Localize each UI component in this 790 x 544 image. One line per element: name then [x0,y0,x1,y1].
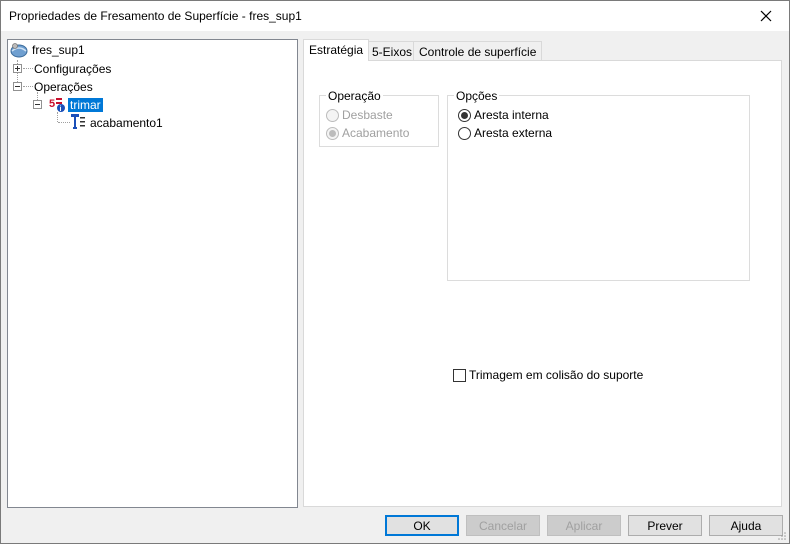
cancel-button[interactable]: Cancelar [466,515,540,536]
tree-item-configuracoes[interactable]: Configurações [32,60,152,78]
dialog-window: Propriedades de Fresamento de Superfície… [0,0,790,544]
radio-button[interactable] [326,108,339,122]
tree-item-label: Operações [34,80,93,94]
checkbox-label: Trimagem em colisão do suporte [469,368,644,382]
tree-item-trimar[interactable]: trimar [68,96,128,114]
expand-toggle-configuracoes[interactable] [13,64,22,73]
tree-item-acabamento1[interactable]: acabamento1 [88,114,188,132]
radio-aresta-externa[interactable]: Aresta externa [458,126,552,140]
radio-label: Desbaste [342,108,393,122]
surface-mill-icon [10,43,28,58]
radio-acabamento[interactable]: Acabamento [326,126,409,140]
collapse-toggle-trimar[interactable] [33,100,42,109]
collapse-toggle-operacoes[interactable] [13,82,22,91]
options-group-title: Opções [454,89,500,103]
operation-group-title: Operação [326,89,383,103]
ok-button[interactable]: OK [385,515,459,536]
radio-label: Acabamento [342,126,410,140]
close-button[interactable] [743,1,789,31]
operations-tree[interactable]: fres_sup1 Configurações Operações 5 i tr… [7,39,298,508]
tree-item-root[interactable]: fres_sup1 [10,41,210,59]
tree-guide-line [58,122,70,123]
radio-button[interactable] [458,108,471,122]
trim-collision-checkbox[interactable] [453,368,466,382]
trim-operation-icon: 5 i [49,98,65,113]
tree-guide-line [57,112,58,122]
options-group: Opções Aresta interna Aresta externa [447,89,750,281]
finishing-tool-icon [71,114,85,129]
apply-button[interactable]: Aplicar [547,515,621,536]
tree-item-operacoes[interactable]: Operações [32,78,152,96]
window-title: Propriedades de Fresamento de Superfície… [9,9,302,23]
resize-grip-icon[interactable] [777,531,787,541]
tree-item-label: trimar [68,98,103,112]
radio-desbaste[interactable]: Desbaste [326,108,393,122]
tab-panel-estrategia: Operação Desbaste Acabamento Opções Ares… [303,60,782,507]
radio-label: Aresta externa [474,126,553,140]
trim-collision-checkbox-row[interactable]: Trimagem em colisão do suporte [453,368,643,382]
title-bar: Propriedades de Fresamento de Superfície… [1,1,789,31]
svg-text:i: i [60,106,62,113]
tree-item-label: fres_sup1 [32,43,85,57]
radio-button[interactable] [458,126,471,140]
tab-controle-de-superficie[interactable]: Controle de superfície [413,41,543,61]
radio-button[interactable] [326,126,339,140]
radio-label: Aresta interna [474,108,549,122]
radio-aresta-interna[interactable]: Aresta interna [458,108,549,122]
svg-text:5: 5 [49,98,55,110]
tree-item-label: acabamento1 [90,116,163,130]
close-icon [760,10,772,22]
tree-item-label: Configurações [34,62,112,76]
tab-5-eixos[interactable]: 5-Eixos [366,41,419,61]
preview-button[interactable]: Prever [628,515,702,536]
operation-group: Operação Desbaste Acabamento [319,89,439,147]
help-button[interactable]: Ajuda [709,515,783,536]
tab-estrategia[interactable]: Estratégia [303,39,370,61]
